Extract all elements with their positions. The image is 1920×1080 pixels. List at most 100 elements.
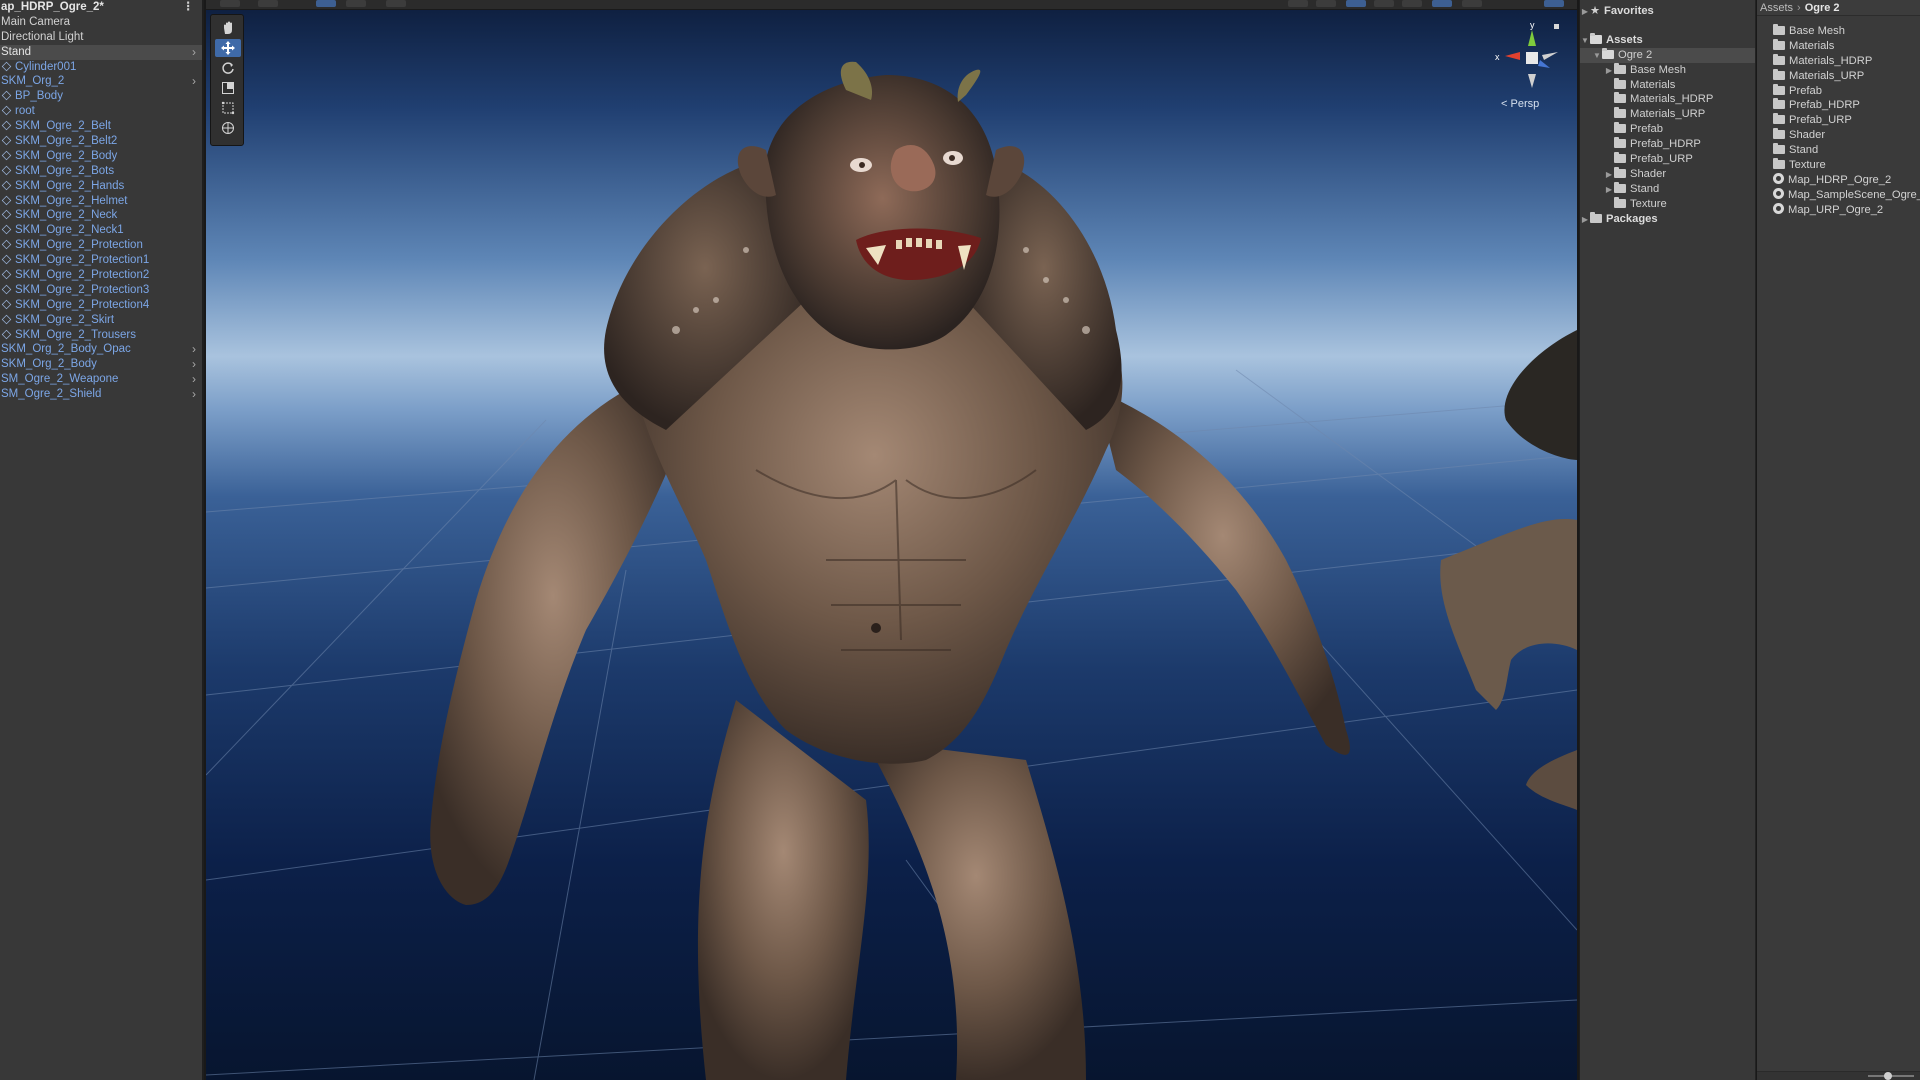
project-tree-panel: ▶ ★ Favorites ▼ Assets ▼ Ogre 2 ▶ Base Mesh Ma… xyxy=(1579,0,1756,1080)
orientation-gizmo[interactable]: y x xyxy=(1490,16,1560,94)
hierarchy-item[interactable]: SKM_Ogre_2_Skirt xyxy=(0,313,202,328)
gameobject-icon xyxy=(1,105,12,116)
chevron-right-icon[interactable]: › xyxy=(192,45,196,60)
hierarchy-item[interactable]: SKM_Org_2_Body › xyxy=(0,357,202,372)
content-scene-item[interactable]: Map_SampleScene_Ogre_ xyxy=(1757,187,1920,203)
breadcrumb-current[interactable]: Ogre 2 xyxy=(1805,2,1840,14)
collapse-arrow-icon[interactable]: ▼ xyxy=(1592,49,1602,64)
subfolder-row[interactable]: Materials_URP xyxy=(1580,107,1755,122)
content-folder-item[interactable]: Stand xyxy=(1757,143,1920,158)
content-folder-item[interactable]: Texture xyxy=(1757,158,1920,173)
content-folder-label: Base Mesh xyxy=(1789,25,1845,37)
chevron-right-icon[interactable]: › xyxy=(192,357,196,372)
packages-label: Packages xyxy=(1606,212,1658,225)
transform-tool-icon[interactable] xyxy=(215,119,241,137)
gameobject-icon xyxy=(1,165,12,176)
hierarchy-item[interactable]: Stand › xyxy=(0,44,202,60)
projection-label[interactable]: < Persp xyxy=(1501,98,1539,110)
subfolder-row[interactable]: ▶ Base Mesh xyxy=(1580,62,1755,79)
subfolder-row[interactable]: Prefab_HDRP xyxy=(1580,137,1755,152)
content-folder-label: Prefab_HDRP xyxy=(1789,99,1860,112)
hierarchy-item[interactable]: SKM_Ogre_2_Neck xyxy=(0,208,202,223)
scene-view[interactable]: y x < Persp xyxy=(206,0,1577,1080)
rect-tool-icon[interactable] xyxy=(215,99,241,117)
subfolder-label: Prefab_HDRP xyxy=(1630,138,1701,151)
zoom-slider-thumb[interactable] xyxy=(1884,1072,1892,1080)
hand-tool-icon[interactable] xyxy=(215,19,241,37)
hierarchy-item[interactable]: SKM_Ogre_2_Protection3 xyxy=(0,283,202,298)
hierarchy-item-label: SKM_Ogre_2_Protection2 xyxy=(15,269,150,282)
hierarchy-item[interactable]: SKM_Ogre_2_Body xyxy=(0,149,202,164)
hierarchy-item[interactable]: SKM_Ogre_2_Neck1 xyxy=(0,223,202,238)
content-folder-item[interactable]: Prefab xyxy=(1757,83,1920,99)
content-folder-item[interactable]: Shader xyxy=(1757,128,1920,143)
chevron-right-icon[interactable]: › xyxy=(192,372,196,387)
favorites-label: Favorites xyxy=(1604,5,1654,17)
move-tool-icon[interactable] xyxy=(215,39,241,57)
expand-arrow-icon[interactable]: ▶ xyxy=(1604,64,1614,79)
assets-row[interactable]: ▼ Assets xyxy=(1580,32,1755,49)
hierarchy-item[interactable]: SKM_Ogre_2_Protection xyxy=(0,238,202,253)
chevron-right-icon[interactable]: › xyxy=(192,74,196,89)
expand-arrow-icon[interactable]: ▶ xyxy=(1580,213,1590,228)
hierarchy-item[interactable]: Directional Light xyxy=(0,30,202,45)
subfolder-row[interactable]: ▶ Stand xyxy=(1580,181,1755,198)
chevron-right-icon[interactable]: › xyxy=(192,342,196,357)
hierarchy-item[interactable]: SKM_Org_2_Body_Opac › xyxy=(0,342,202,357)
hierarchy-item[interactable]: root xyxy=(0,104,202,119)
content-folder-label: Materials_URP xyxy=(1789,69,1865,82)
selected-folder-row[interactable]: ▼ Ogre 2 xyxy=(1580,47,1755,64)
content-folder-item[interactable]: Materials xyxy=(1757,38,1920,54)
second-creature-partial xyxy=(1440,330,1577,810)
subfolder-row[interactable]: Texture xyxy=(1580,196,1755,212)
content-footer xyxy=(1757,1071,1920,1080)
expand-arrow-icon[interactable]: ▶ xyxy=(1604,183,1614,198)
subfolder-row[interactable]: Prefab xyxy=(1580,122,1755,137)
scene-menu-icon[interactable]: ⋮ xyxy=(183,0,195,15)
hierarchy-item[interactable]: SKM_Ogre_2_Belt2 xyxy=(0,134,202,149)
hierarchy-item[interactable]: BP_Body xyxy=(0,89,202,104)
hierarchy-item[interactable]: SKM_Ogre_2_Protection2 xyxy=(0,268,202,283)
hierarchy-item[interactable]: Cylinder001 xyxy=(0,60,202,75)
content-folder-item[interactable]: Materials_HDRP xyxy=(1757,53,1920,69)
gameobject-icon xyxy=(1,210,12,220)
hierarchy-item-label: SKM_Ogre_2_Protection1 xyxy=(15,254,150,267)
subfolder-label: Prefab_URP xyxy=(1630,153,1693,166)
expand-arrow-icon[interactable]: ▶ xyxy=(1604,168,1614,183)
hierarchy-item[interactable]: SKM_Ogre_2_Belt xyxy=(0,119,202,134)
scene-title-row[interactable]: ap_HDRP_Ogre_2* ⋮ xyxy=(0,0,202,15)
content-folder-item[interactable]: Prefab_HDRP xyxy=(1757,98,1920,113)
breadcrumb-assets[interactable]: Assets xyxy=(1760,2,1793,14)
chevron-right-icon[interactable]: › xyxy=(192,387,196,402)
scale-tool-icon[interactable] xyxy=(215,79,241,97)
gameobject-icon xyxy=(1,195,12,205)
hierarchy-item[interactable]: SKM_Ogre_2_Helmet xyxy=(0,194,202,209)
hierarchy-item-label: Stand xyxy=(1,45,32,58)
content-folder-item[interactable]: Prefab_URP xyxy=(1757,113,1920,128)
hierarchy-item[interactable]: SM_Ogre_2_Weapone › xyxy=(0,372,202,387)
subfolder-row[interactable]: Prefab_URP xyxy=(1580,152,1755,167)
favorites-row[interactable]: ▶ ★ Favorites xyxy=(1580,4,1755,19)
hierarchy-item[interactable]: SKM_Ogre_2_Bots xyxy=(0,164,202,179)
hierarchy-item-label: Main Camera xyxy=(1,15,71,28)
content-folder-item[interactable]: Materials_URP xyxy=(1757,68,1920,84)
hierarchy-item[interactable]: SKM_Ogre_2_Trousers xyxy=(0,328,202,343)
subfolder-row[interactable]: Materials xyxy=(1580,77,1755,93)
hierarchy-item[interactable]: SKM_Ogre_2_Hands xyxy=(0,179,202,194)
rotate-tool-icon[interactable] xyxy=(215,59,241,77)
hierarchy-item[interactable]: SM_Ogre_2_Shield › xyxy=(0,387,202,402)
hierarchy-item[interactable]: SKM_Org_2 › xyxy=(0,74,202,89)
content-folder-item[interactable]: Base Mesh xyxy=(1757,24,1920,39)
content-scene-item[interactable]: Map_HDRP_Ogre_2 xyxy=(1757,172,1920,188)
collapse-arrow-icon[interactable]: ▼ xyxy=(1580,34,1590,49)
hierarchy-item[interactable]: SKM_Ogre_2_Protection4 xyxy=(0,298,202,313)
subfolder-row[interactable]: Materials_HDRP xyxy=(1580,92,1755,107)
hierarchy-item[interactable]: SKM_Ogre_2_Protection1 xyxy=(0,253,202,268)
gameobject-icon xyxy=(1,329,12,339)
content-scene-item[interactable]: Map_URP_Ogre_2 xyxy=(1757,202,1920,218)
hierarchy-item[interactable]: Main Camera xyxy=(0,15,202,30)
subfolder-row[interactable]: ▶ Shader xyxy=(1580,166,1755,183)
expand-arrow-icon[interactable]: ▶ xyxy=(1580,5,1590,20)
packages-row[interactable]: ▶ Packages xyxy=(1580,211,1755,228)
zoom-slider[interactable] xyxy=(1868,1072,1914,1080)
